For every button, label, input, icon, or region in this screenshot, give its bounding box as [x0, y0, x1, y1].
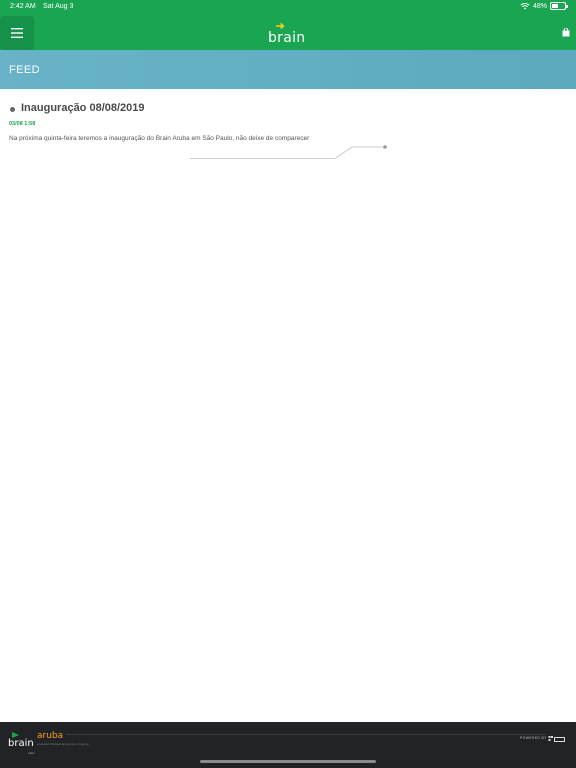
battery-icon: [550, 2, 568, 10]
wifi-icon: [520, 3, 530, 10]
hewlett-packard-logo-icon: [548, 736, 565, 742]
footer-powered-by: POWERED BY: [520, 736, 547, 740]
post-bullet-icon: [10, 107, 15, 112]
battery-percent: 48%: [532, 2, 547, 10]
footer: brain Labs aruba a Hewlett Packard Enter…: [0, 722, 576, 768]
home-indicator[interactable]: [200, 760, 376, 763]
footer-divider: [66, 734, 546, 735]
footer-brain-logo: brain Labs: [8, 732, 36, 755]
brand-arrow-icon: [276, 23, 285, 29]
post-timestamp: 03/08 1:58: [9, 121, 36, 127]
post-body: Na próxima quinta-feira teremos a inaugu…: [9, 135, 310, 142]
section-title: FEED: [9, 64, 40, 76]
hamburger-menu-icon: [11, 28, 23, 38]
status-time: 2:42 AM: [10, 3, 36, 10]
footer-partner-sub: a Hewlett Packard Enterprise company: [37, 742, 89, 746]
brand-logo: brain: [266, 23, 310, 47]
app-bar: 2:42 AM Sat Aug 3 48% brain: [0, 0, 576, 50]
status-date: Sat Aug 3: [43, 3, 74, 10]
footer-brand-sub: Labs: [28, 751, 35, 755]
shopping-bag-icon[interactable]: [562, 28, 570, 37]
status-indicators: 48%: [520, 2, 568, 10]
footer-brand-name: brain: [8, 738, 34, 749]
footer-partner-logo: aruba: [37, 731, 64, 741]
post-divider-line: [190, 145, 387, 159]
brand-name: brain: [268, 30, 306, 46]
post-title: Inauguração 08/08/2019: [21, 102, 145, 114]
menu-button[interactable]: [0, 16, 34, 50]
section-header: FEED: [0, 50, 576, 89]
status-bar: 2:42 AM Sat Aug 3 48%: [0, 0, 576, 14]
